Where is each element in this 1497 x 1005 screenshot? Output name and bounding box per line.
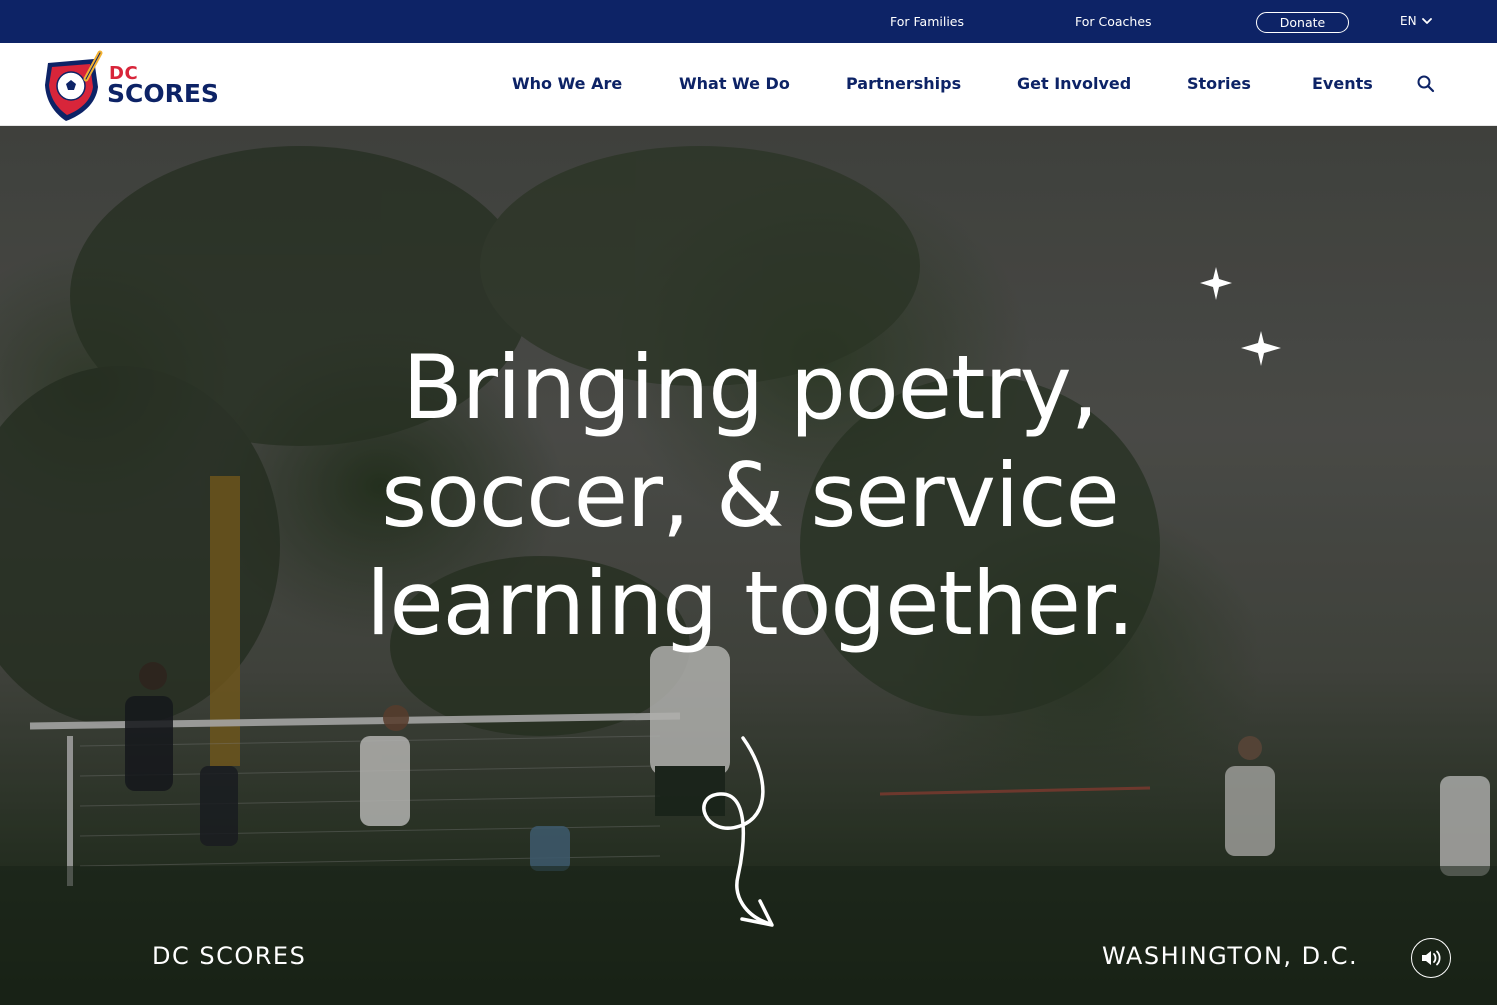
hero-left-caption: DC SCORES [152,942,307,970]
nav-events[interactable]: Events [1312,74,1373,93]
donate-button[interactable]: Donate [1256,12,1349,33]
hero-section: Bringing poetry, soccer, & service learn… [0,126,1497,1005]
nav-stories[interactable]: Stories [1187,74,1251,93]
hero-right-caption: WASHINGTON, D.C. [1102,942,1359,970]
shield-icon [45,50,103,121]
speaker-icon [1422,950,1441,966]
nav-get-involved[interactable]: Get Involved [1017,74,1131,93]
hero-headline: Bringing poetry, soccer, & service learn… [250,334,1250,658]
sound-toggle-button[interactable] [1411,938,1451,978]
search-icon [1417,75,1435,93]
dc-scores-logo[interactable]: DC SCORES [42,49,219,123]
nav-who-we-are[interactable]: Who We Are [512,74,622,93]
search-button[interactable] [1416,74,1438,96]
language-label: EN [1400,14,1417,28]
language-selector[interactable]: EN [1400,14,1432,28]
main-nav: DC SCORES Who We Are What We Do Partners… [0,43,1497,126]
headline-line: soccer, & service [381,444,1120,547]
nav-what-we-do[interactable]: What We Do [679,74,790,93]
for-families-link[interactable]: For Families [890,14,964,29]
for-coaches-link[interactable]: For Coaches [1075,14,1152,29]
headline-line: Bringing poetry, [402,336,1098,439]
utility-bar: For Families For Coaches Donate EN [0,0,1497,43]
nav-partnerships[interactable]: Partnerships [846,74,961,93]
logo-scores-text: SCORES [107,79,219,108]
headline-line: learning together. [366,552,1135,655]
chevron-down-icon [1421,17,1432,24]
